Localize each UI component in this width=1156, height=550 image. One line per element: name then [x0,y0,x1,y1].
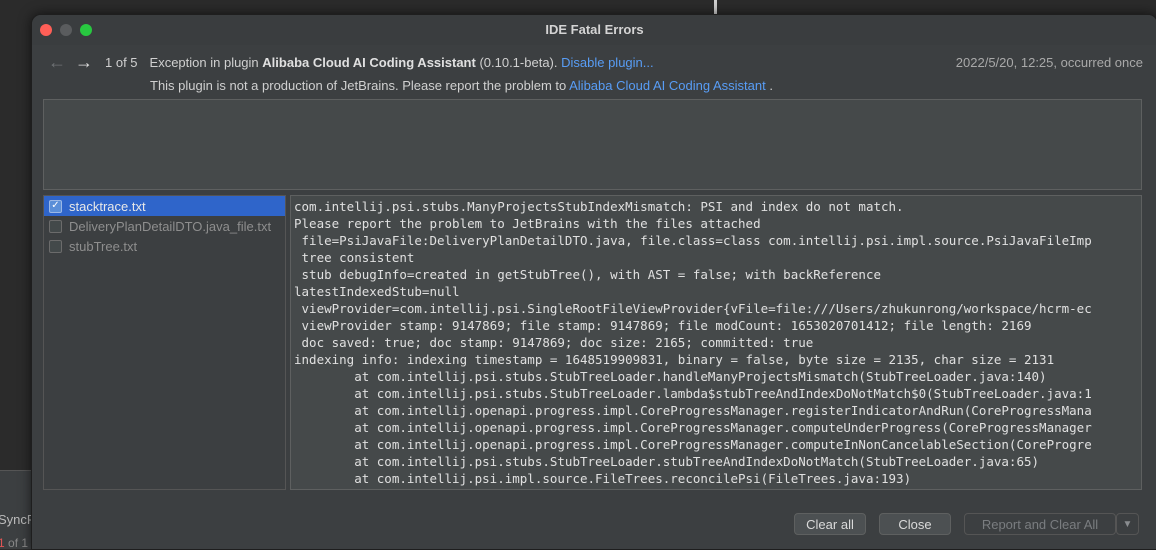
stacktrace-content: com.intellij.psi.stubs.ManyProjectsStubI… [291,196,1141,487]
stacktrace-line: at com.intellij.psi.impl.source.FileTree… [294,471,912,486]
notice-text: This plugin is not a production of JetBr… [150,78,570,93]
title-bar: IDE Fatal Errors [32,15,1156,45]
attachment-item[interactable]: ✓ stacktrace.txt [44,196,285,216]
report-and-clear-button[interactable]: Report and Clear All [964,513,1116,535]
attachment-checkbox[interactable] [49,239,62,253]
stacktrace-line: indexing info: indexing timestamp = 1648… [294,352,1055,367]
attachment-list: ✓ stacktrace.txt DeliveryPlanDetailDTO.j… [43,195,286,490]
comment-textarea[interactable] [43,99,1142,190]
attachment-checkbox[interactable]: ✓ [49,199,62,213]
stacktrace-line: viewProvider=com.intellij.psi.SingleRoot… [294,301,1092,316]
stacktrace-line: doc saved: true; doc stamp: 9147869; doc… [294,335,814,350]
notice-suffix: . [765,78,773,93]
report-vendor-link[interactable]: Alibaba Cloud AI Coding Assistant [569,78,766,93]
stacktrace-line: Please report the problem to JetBrains w… [294,216,761,231]
attachment-name: stubTree.txt [69,238,138,254]
stacktrace-line: stub debugInfo=created in getStubTree(),… [294,267,881,282]
stacktrace-line: at com.intellij.openapi.progress.impl.Co… [294,420,1092,435]
background-divider [714,0,717,14]
attachment-item[interactable]: DeliveryPlanDetailDTO.java_file.txt [44,216,285,236]
disable-plugin-link[interactable]: Disable plugin... [561,55,654,70]
exception-prefix: Exception in plugin [149,55,263,70]
arrow-right-icon[interactable]: → [75,53,93,71]
stacktrace-line: tree consistent [294,250,415,265]
dialog-title: IDE Fatal Errors [545,22,644,37]
stacktrace-line: at com.intellij.psi.stubs.StubTreeLoader… [294,386,1092,401]
plugin-name: Alibaba Cloud AI Coding Assistant [262,55,476,70]
stacktrace-line: at com.intellij.psi.stubs.StubTreeLoader… [294,369,1047,384]
stacktrace-line: at com.intellij.psi.stubs.StubTreeLoader… [294,454,1040,469]
occurrence-date: 2022/5/20, 12:25, occurred once [955,55,1143,70]
stacktrace-line: file=PsiJavaFile:DeliveryPlanDetailDTO.j… [294,233,1092,248]
close-button[interactable]: Close [879,513,951,535]
attachment-name: stacktrace.txt [69,198,146,214]
stacktrace-line: com.intellij.psi.stubs.ManyProjectsStubI… [294,199,904,214]
stacktrace-line: viewProvider stamp: 9147869; file stamp:… [294,318,1032,333]
arrow-left-icon[interactable]: ← [48,53,66,71]
attachment-name: DeliveryPlanDetailDTO.java_file.txt [69,218,272,234]
fatal-errors-dialog: IDE Fatal Errors ← → 1 of 5 Exception in … [31,14,1156,550]
attachment-checkbox[interactable] [49,219,62,233]
plugin-notice: This plugin is not a production of JetBr… [150,78,773,93]
stacktrace-view[interactable]: com.intellij.psi.stubs.ManyProjectsStubI… [290,195,1142,490]
stacktrace-line: at com.intellij.openapi.progress.impl.Co… [294,403,1092,418]
error-count: 1 of 5 [105,55,138,70]
stacktrace-line: at com.intellij.openapi.progress.impl.Co… [294,437,1092,452]
chevron-down-icon[interactable]: ▼ [1116,513,1139,535]
plugin-version: (0.10.1-beta). [475,55,562,70]
clear-all-button[interactable]: Clear all [794,513,866,535]
attachment-item[interactable]: stubTree.txt [44,236,285,256]
error-header: 1 of 5 Exception in plugin Alibaba Cloud … [105,55,654,70]
stacktrace-line: latestIndexedStub=null [294,284,460,299]
